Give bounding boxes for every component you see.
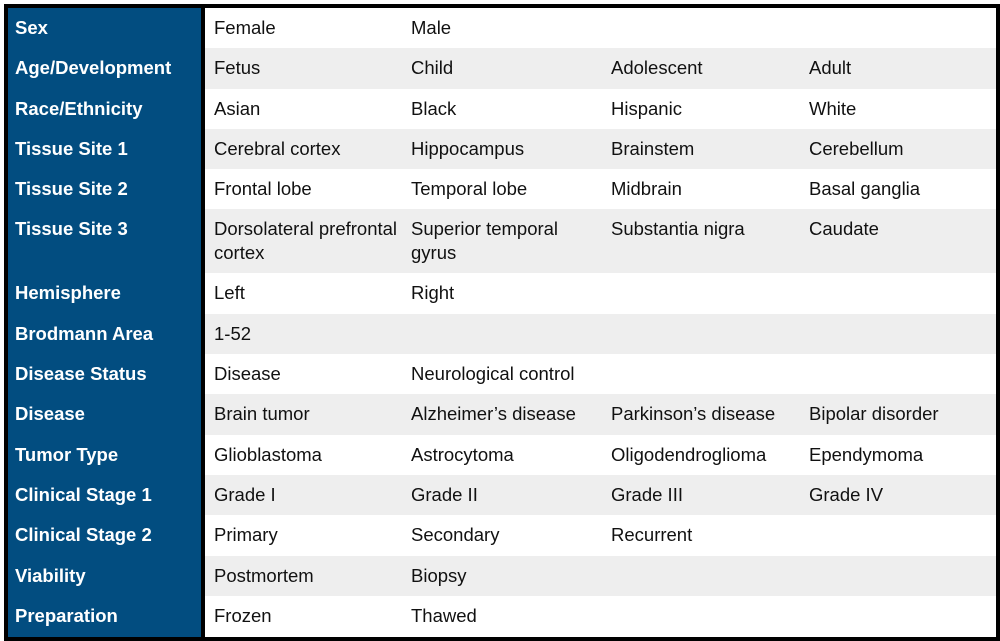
- table-cell: Recurrent: [603, 515, 801, 556]
- table-cell: Primary: [205, 515, 403, 556]
- table-row: Tissue Site 3 Dorsolateral prefrontal cor…: [8, 209, 996, 273]
- table-cell: 1-52: [205, 314, 403, 354]
- table-cell: Disease: [205, 354, 403, 394]
- table-cell: [801, 556, 996, 596]
- table-row: Disease Brain tumor Alzheimer’s disease Par…: [8, 394, 996, 435]
- table-cell: [801, 354, 996, 394]
- table-row: Viability Postmortem Biopsy: [8, 556, 996, 596]
- table-cell: Grade IV: [801, 475, 996, 515]
- table-row: Tissue Site 1 Cerebral cortex Hippocampus B…: [8, 129, 996, 169]
- table-cell: Frozen: [205, 596, 403, 636]
- row-label: Clinical Stage 2: [8, 515, 205, 556]
- metadata-table: Sex Female Male Age/Development Fetus Child Ad…: [8, 8, 996, 636]
- table-cell: Brain tumor: [205, 394, 403, 435]
- row-label: Tissue Site 1: [8, 129, 205, 169]
- metadata-table-frame: Sex Female Male Age/Development Fetus Child Ad…: [4, 4, 1000, 641]
- table-cell: Adolescent: [603, 48, 801, 89]
- table-row: Clinical Stage 2 Primary Secondary Recurren…: [8, 515, 996, 556]
- row-label: Tissue Site 2: [8, 169, 205, 209]
- table-cell: Left: [205, 273, 403, 314]
- table-cell: [801, 314, 996, 354]
- row-label: Brodmann Area: [8, 314, 205, 354]
- row-label: Tumor Type: [8, 435, 205, 475]
- table-cell: [603, 354, 801, 394]
- table-cell: Adult: [801, 48, 996, 89]
- table-cell: Brainstem: [603, 129, 801, 169]
- table-cell: Dorsolateral prefrontal cortex: [205, 209, 403, 273]
- table-row: Tissue Site 2 Frontal lobe Temporal lobe Mi…: [8, 169, 996, 209]
- row-label: Race/Ethnicity: [8, 89, 205, 129]
- table-cell: White: [801, 89, 996, 129]
- table-cell: [603, 556, 801, 596]
- table-cell: Substantia nigra: [603, 209, 801, 273]
- table-cell: Alzheimer’s disease: [403, 394, 603, 435]
- table-cell: [603, 273, 801, 314]
- row-label: Clinical Stage 1: [8, 475, 205, 515]
- row-label: Age/Development: [8, 48, 205, 89]
- table-cell: Grade I: [205, 475, 403, 515]
- table-cell: Child: [403, 48, 603, 89]
- table-row: Age/Development Fetus Child Adolescent Adult: [8, 48, 996, 89]
- row-label: Viability: [8, 556, 205, 596]
- row-label: Sex: [8, 8, 205, 48]
- row-label: Tissue Site 3: [8, 209, 205, 273]
- table-cell: Parkinson’s disease: [603, 394, 801, 435]
- table-cell: [801, 515, 996, 556]
- row-label: Disease: [8, 394, 205, 435]
- table-cell: Neurological control: [403, 354, 603, 394]
- table-row: Hemisphere Left Right: [8, 273, 996, 314]
- table-cell: Asian: [205, 89, 403, 129]
- table-cell: Postmortem: [205, 556, 403, 596]
- table-cell: Fetus: [205, 48, 403, 89]
- table-cell: [603, 596, 801, 636]
- table-cell: [603, 314, 801, 354]
- table-cell: Hippocampus: [403, 129, 603, 169]
- table-cell: Midbrain: [603, 169, 801, 209]
- table-cell: Male: [403, 8, 603, 48]
- table-cell: Cerebellum: [801, 129, 996, 169]
- table-cell: Secondary: [403, 515, 603, 556]
- table-row: Disease Status Disease Neurological contro…: [8, 354, 996, 394]
- table-cell: [403, 314, 603, 354]
- row-label: Hemisphere: [8, 273, 205, 314]
- table-cell: Bipolar disorder: [801, 394, 996, 435]
- table-cell: Black: [403, 89, 603, 129]
- table-row: Preparation Frozen Thawed: [8, 596, 996, 636]
- table-cell: Basal ganglia: [801, 169, 996, 209]
- table-cell: Grade II: [403, 475, 603, 515]
- table-cell: Cerebral cortex: [205, 129, 403, 169]
- table-cell: Astrocytoma: [403, 435, 603, 475]
- table-cell: Right: [403, 273, 603, 314]
- table-cell: Caudate: [801, 209, 996, 273]
- table-cell: Ependymoma: [801, 435, 996, 475]
- table-cell: Grade III: [603, 475, 801, 515]
- table-cell: [801, 273, 996, 314]
- table-cell: Frontal lobe: [205, 169, 403, 209]
- row-label: Disease Status: [8, 354, 205, 394]
- table-row: Race/Ethnicity Asian Black Hispanic White: [8, 89, 996, 129]
- table-row: Tumor Type Glioblastoma Astrocytoma Oligode…: [8, 435, 996, 475]
- table-cell: [801, 8, 996, 48]
- table-row: Clinical Stage 1 Grade I Grade II Grade III…: [8, 475, 996, 515]
- table-cell: Temporal lobe: [403, 169, 603, 209]
- table-cell: [801, 596, 996, 636]
- table-cell: Superior temporal gyrus: [403, 209, 603, 273]
- table-cell: [603, 8, 801, 48]
- table-cell: Female: [205, 8, 403, 48]
- table-cell: Thawed: [403, 596, 603, 636]
- column-divider: [201, 8, 205, 637]
- table-cell: Oligodendroglioma: [603, 435, 801, 475]
- table-cell: Hispanic: [603, 89, 801, 129]
- table-cell: Glioblastoma: [205, 435, 403, 475]
- table-row: Sex Female Male: [8, 8, 996, 48]
- table-row: Brodmann Area 1-52: [8, 314, 996, 354]
- row-label: Preparation: [8, 596, 205, 636]
- table-cell: Biopsy: [403, 556, 603, 596]
